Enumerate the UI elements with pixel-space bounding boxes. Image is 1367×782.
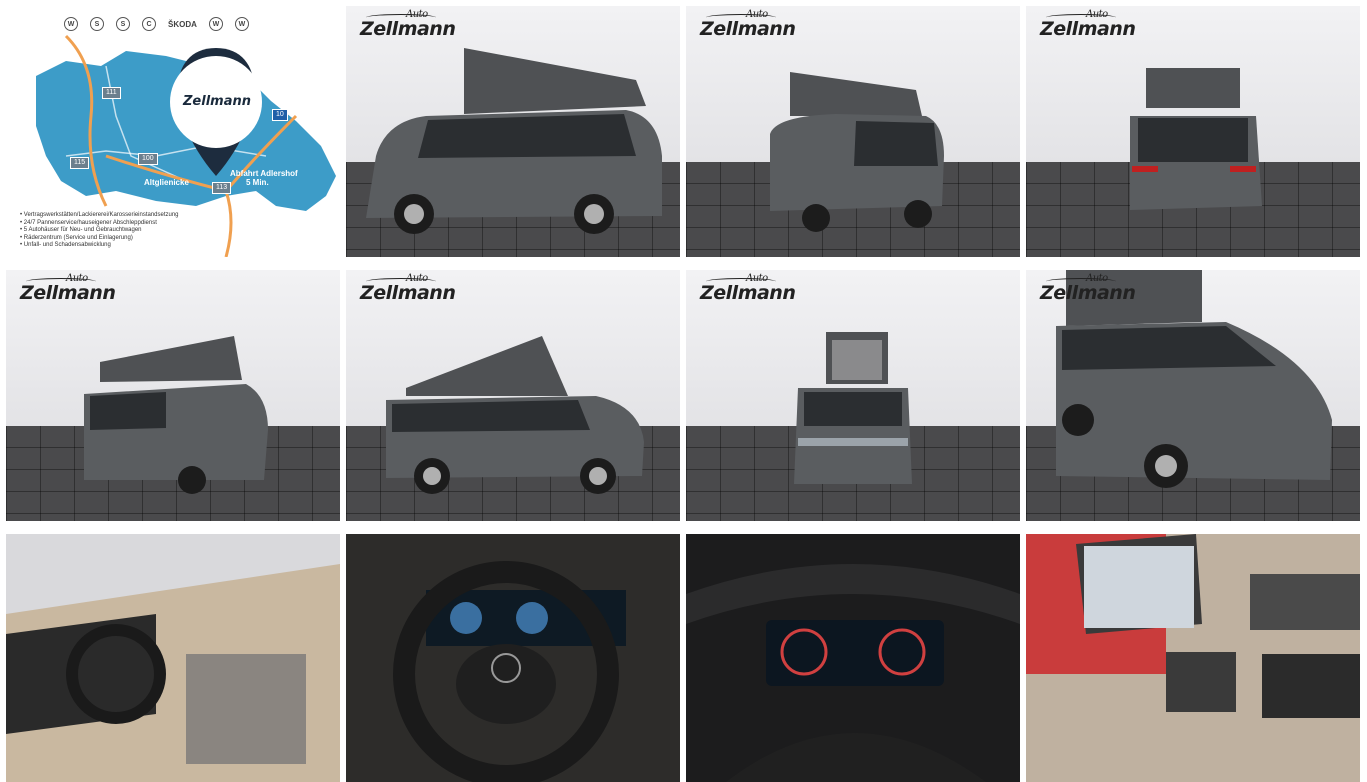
dealer-logo: Auto Zellmann <box>360 9 456 40</box>
gallery-tile-interior-door-panel[interactable] <box>1026 534 1360 782</box>
gallery-tile-interior-steering-wheel[interactable] <box>346 534 680 782</box>
vw-logo-icon: W <box>208 17 223 31</box>
road-badge: 111 <box>102 87 121 99</box>
gallery-tile-map[interactable]: W S S C ŠKODA W W Zellmann 111 115 100 1… <box>6 6 340 257</box>
gallery-tile-side-left[interactable]: Auto Zellmann <box>346 6 680 257</box>
pin-logo: Zellmann <box>183 94 251 109</box>
road-badge: 10 <box>272 109 288 121</box>
interior-image <box>1026 534 1360 782</box>
place-label: 5 Min. <box>246 178 269 187</box>
dealer-logo: Auto Zellmann <box>1040 9 1136 40</box>
services-list-item: • 5 Autohäuser für Neu- und Gebrauchtwag… <box>20 227 142 233</box>
dealer-logo: Auto Zellmann <box>700 9 796 40</box>
services-list-item: • Räderzentrum (Service und Einlagerung) <box>20 234 133 241</box>
place-label: Abfahrt Adlershof <box>230 169 298 178</box>
seat-logo-icon: S <box>90 17 104 31</box>
brand-logos: W S S C ŠKODA W W <box>64 14 332 34</box>
vw-logo-icon: W <box>64 17 78 31</box>
interior-image <box>6 534 340 782</box>
road-badge: 115 <box>70 157 90 169</box>
campervan-image <box>1056 270 1332 488</box>
seat-logo-icon: S <box>116 17 130 31</box>
cupra-logo-icon: C <box>142 17 156 31</box>
campervan-image <box>794 332 912 484</box>
services-list-item: • Vertragswerkstätten/Lackiererei/Kaross… <box>20 212 179 218</box>
dealer-logo: Auto Zellmann <box>360 273 456 304</box>
campervan-image <box>770 72 944 232</box>
road-badge: 100 <box>138 153 158 165</box>
gallery-tile-interior-instrument-cluster[interactable] <box>686 534 1020 782</box>
gallery-tile-rear[interactable]: Auto Zellmann <box>1026 6 1360 257</box>
campervan-image <box>1130 68 1262 210</box>
gallery-tile-side-right[interactable]: Auto Zellmann <box>346 270 680 521</box>
gallery-tile-front[interactable]: Auto Zellmann <box>686 270 1020 521</box>
gallery-tile-interior-cockpit[interactable] <box>6 534 340 782</box>
interior-image <box>686 534 1020 782</box>
vw-logo-icon: W <box>234 17 249 31</box>
place-label: Altglienicke <box>144 178 189 187</box>
image-gallery: W S S C ŠKODA W W Zellmann 111 115 100 1… <box>6 6 1362 782</box>
skoda-logo: ŠKODA <box>168 19 197 29</box>
services-list-item: • 24/7 Pannenservice/hauseigener Abschle… <box>20 219 157 226</box>
interior-image <box>346 534 680 782</box>
services-list-item: • Unfall- und Schadensabwicklung <box>20 242 111 248</box>
road-badge: 113 <box>212 182 232 194</box>
campervan-image <box>84 336 268 494</box>
dealer-logo: Auto Zellmann <box>20 273 116 304</box>
dealer-logo: Auto Zellmann <box>700 273 796 304</box>
services-list: • Vertragswerkstätten/Lackiererei/Kaross… <box>20 212 179 250</box>
gallery-tile-rear-three-quarter-left[interactable]: Auto Zellmann <box>686 6 1020 257</box>
dealer-logo: Auto Zellmann <box>1040 273 1136 304</box>
gallery-tile-front-three-quarter[interactable]: Auto Zellmann <box>1026 270 1360 521</box>
gallery-tile-rear-three-quarter-right[interactable]: Auto Zellmann <box>6 270 340 521</box>
campervan-image <box>366 48 662 234</box>
campervan-image <box>386 336 644 494</box>
